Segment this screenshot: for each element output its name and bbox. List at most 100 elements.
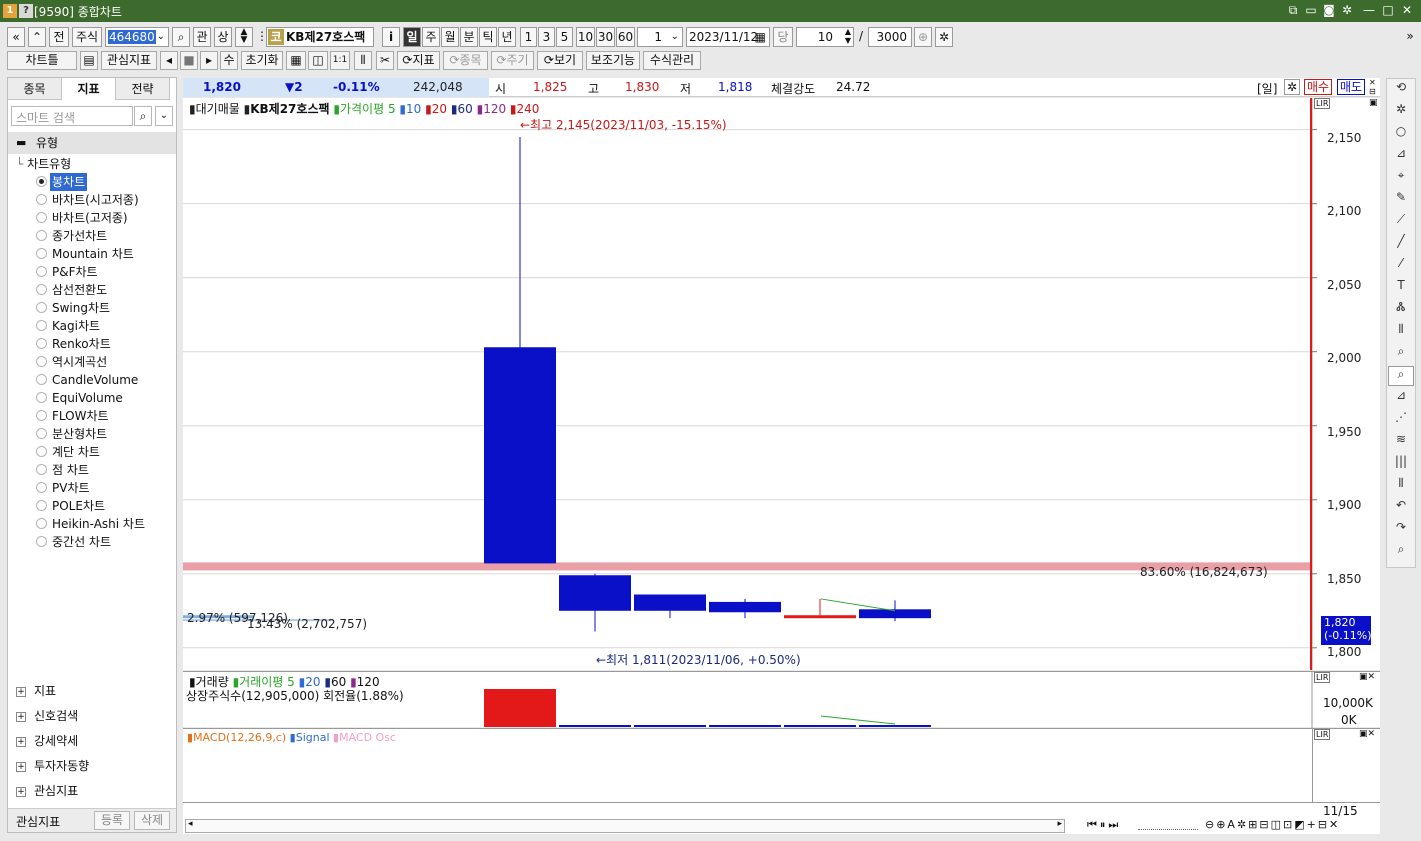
sell-button[interactable]: 매도 bbox=[1337, 79, 1366, 95]
playback-controls[interactable]: ⏮⏸⏭ bbox=[1087, 818, 1121, 832]
info-button[interactable]: i bbox=[382, 27, 400, 47]
radio-icon[interactable] bbox=[36, 176, 47, 187]
scroll-left-icon[interactable]: ◂ bbox=[188, 819, 193, 829]
expand-plus-icon[interactable]: + bbox=[16, 786, 26, 797]
reset-button[interactable]: 초기화 bbox=[241, 51, 283, 70]
candle-body[interactable] bbox=[784, 615, 856, 619]
redo-icon[interactable]: ↷ bbox=[1388, 520, 1414, 540]
indicator-button[interactable]: ⟳지표 bbox=[397, 51, 440, 70]
chart-list-button[interactable]: 차트틀 bbox=[7, 51, 77, 70]
watch-button[interactable]: 관 bbox=[193, 27, 211, 47]
expand-plus-icon[interactable]: + bbox=[16, 736, 26, 747]
chart-analysis-icon[interactable]: ⊿ bbox=[1388, 146, 1414, 166]
crosshair-icon[interactable]: ⌖ bbox=[1388, 168, 1414, 188]
volume-chart[interactable]: ▮거래량 ▮거래이평 5 ▮20 ▮60 ▮120 상장주식수(12,905,0… bbox=[183, 671, 1380, 728]
date-input[interactable]: 2023/11/12 ▦ bbox=[686, 27, 770, 47]
circle-icon[interactable]: ○ bbox=[1388, 124, 1414, 144]
count-stepper[interactable]: 10 ▲ ▼ bbox=[796, 27, 854, 47]
link-icon[interactable]: ⧉ bbox=[1285, 3, 1301, 18]
fibo-icon[interactable]: ⋰ bbox=[1388, 410, 1414, 430]
candle-icon[interactable]: ⫴ bbox=[1388, 322, 1414, 342]
period-button[interactable]: ⟳주기 bbox=[491, 51, 534, 70]
formula-button[interactable]: 수식관리 bbox=[643, 51, 701, 70]
one-one-button[interactable]: 1:1 bbox=[330, 51, 350, 70]
radio-icon[interactable] bbox=[36, 392, 47, 403]
gear-icon[interactable]: ✲ bbox=[935, 27, 953, 47]
chevron-down-icon[interactable]: ⌄ bbox=[671, 28, 679, 46]
radio-icon[interactable] bbox=[36, 356, 47, 367]
expand-plus-icon[interactable]: + bbox=[16, 686, 26, 697]
radio-icon[interactable] bbox=[36, 500, 47, 511]
candle-body[interactable] bbox=[559, 575, 631, 611]
period-5-button[interactable]: 틱 bbox=[479, 27, 497, 47]
radio-icon[interactable] bbox=[36, 338, 47, 349]
radio-icon[interactable] bbox=[36, 374, 47, 385]
gear-icon[interactable]: ✲ bbox=[1284, 79, 1300, 95]
help-icon[interactable]: ? bbox=[19, 4, 33, 18]
pattern-icon[interactable]: ≋ bbox=[1388, 432, 1414, 452]
zoom-plus-icon[interactable]: ⊕ bbox=[914, 27, 932, 47]
volume-bar[interactable] bbox=[634, 725, 706, 727]
label-icon[interactable]: Ꮬ bbox=[1388, 300, 1414, 320]
period-2-button[interactable]: 주 bbox=[422, 27, 440, 47]
maximize-pane-icon[interactable]: ▣ bbox=[1369, 98, 1378, 108]
su-button[interactable]: 수 bbox=[220, 51, 238, 70]
bars-icon[interactable]: ||| bbox=[1388, 454, 1414, 474]
interval-1-button[interactable]: 1 bbox=[520, 27, 537, 47]
prev-button[interactable]: 전 bbox=[49, 27, 69, 47]
pane-controls-icon[interactable]: ▣✕ bbox=[1359, 672, 1375, 682]
radio-icon[interactable] bbox=[36, 464, 47, 475]
undo-icon[interactable]: ↶ bbox=[1388, 498, 1414, 518]
horizontal-scrollbar[interactable]: ◂ ▸ bbox=[185, 819, 1065, 833]
left-tab-1[interactable]: 종목 bbox=[8, 78, 62, 100]
volume-bar[interactable] bbox=[859, 725, 931, 727]
interval-10-button[interactable]: 10 bbox=[576, 27, 595, 47]
stop-icon[interactable]: ■ bbox=[180, 51, 198, 70]
ruler-icon[interactable]: ⟋ bbox=[1388, 212, 1414, 232]
view-button[interactable]: ⟳보기 bbox=[537, 51, 583, 70]
section-item[interactable]: + 지표 bbox=[16, 680, 176, 702]
radio-icon[interactable] bbox=[36, 320, 47, 331]
unit-select[interactable]: 1 ⌄ bbox=[637, 27, 683, 47]
stock-button[interactable]: ⟳종목 bbox=[443, 51, 488, 70]
search-icon[interactable]: ⌕ bbox=[172, 27, 190, 47]
cycle-icon[interactable]: ⦀ bbox=[1388, 476, 1414, 496]
interval-60-button[interactable]: 60 bbox=[616, 27, 635, 47]
section-item[interactable]: + 강세약세 bbox=[16, 730, 176, 752]
scissors-icon[interactable]: ✂ bbox=[376, 51, 394, 70]
interval-5-button[interactable]: 5 bbox=[556, 27, 573, 47]
left-tab-2[interactable]: 지표 bbox=[62, 78, 116, 100]
market-select[interactable]: 주식 bbox=[72, 27, 102, 47]
collapse-icon[interactable]: ⌃ bbox=[28, 27, 46, 47]
candle-body[interactable] bbox=[709, 601, 781, 613]
scroll-right-icon[interactable]: ▸ bbox=[1057, 819, 1062, 829]
close-icon[interactable]: ✕ ⊟ bbox=[1369, 78, 1376, 96]
scale-mode-icon[interactable]: LIR bbox=[1314, 672, 1331, 683]
close-icon[interactable]: ✕ bbox=[1399, 3, 1415, 17]
radio-icon[interactable] bbox=[36, 212, 47, 223]
line-icon[interactable]: ╱ bbox=[1388, 234, 1414, 254]
text-icon[interactable]: T bbox=[1388, 278, 1414, 298]
volume-bar[interactable] bbox=[559, 725, 631, 727]
radio-icon[interactable] bbox=[36, 266, 47, 277]
step-back-icon[interactable]: ◂ bbox=[160, 51, 178, 70]
volume-bar[interactable] bbox=[709, 725, 781, 727]
layout-icon[interactable]: ◫ bbox=[308, 51, 328, 70]
section-item[interactable]: + 투자자동향 bbox=[16, 755, 176, 777]
zoom-list-icon[interactable]: ⌕ bbox=[1388, 366, 1414, 386]
up-button[interactable]: 상 bbox=[214, 27, 232, 47]
expand-plus-icon[interactable]: + bbox=[16, 761, 26, 772]
product-field[interactable]: 코 KB제27호스팩 bbox=[266, 27, 374, 47]
radio-icon[interactable] bbox=[36, 194, 47, 205]
period-1-button[interactable]: 일 bbox=[403, 27, 421, 47]
chevron-down-icon[interactable]: ⌄ bbox=[157, 28, 165, 46]
pane-controls-icon[interactable]: ▣✕ bbox=[1359, 729, 1375, 739]
radio-icon[interactable] bbox=[36, 410, 47, 421]
price-chart[interactable]: ▮대기매물 ▮KB제27호스팩 ▮가격이평 5 ▮10 ▮20 ▮60 ▮120… bbox=[183, 98, 1380, 670]
interval-30-button[interactable]: 30 bbox=[596, 27, 615, 47]
refresh-icon[interactable]: ⟲ bbox=[1388, 80, 1414, 100]
period-4-button[interactable]: 분 bbox=[460, 27, 478, 47]
calendar-icon[interactable]: ▦ bbox=[755, 28, 766, 46]
zoom-slider[interactable] bbox=[1138, 820, 1198, 830]
prev-prev-icon[interactable]: « bbox=[7, 27, 25, 47]
